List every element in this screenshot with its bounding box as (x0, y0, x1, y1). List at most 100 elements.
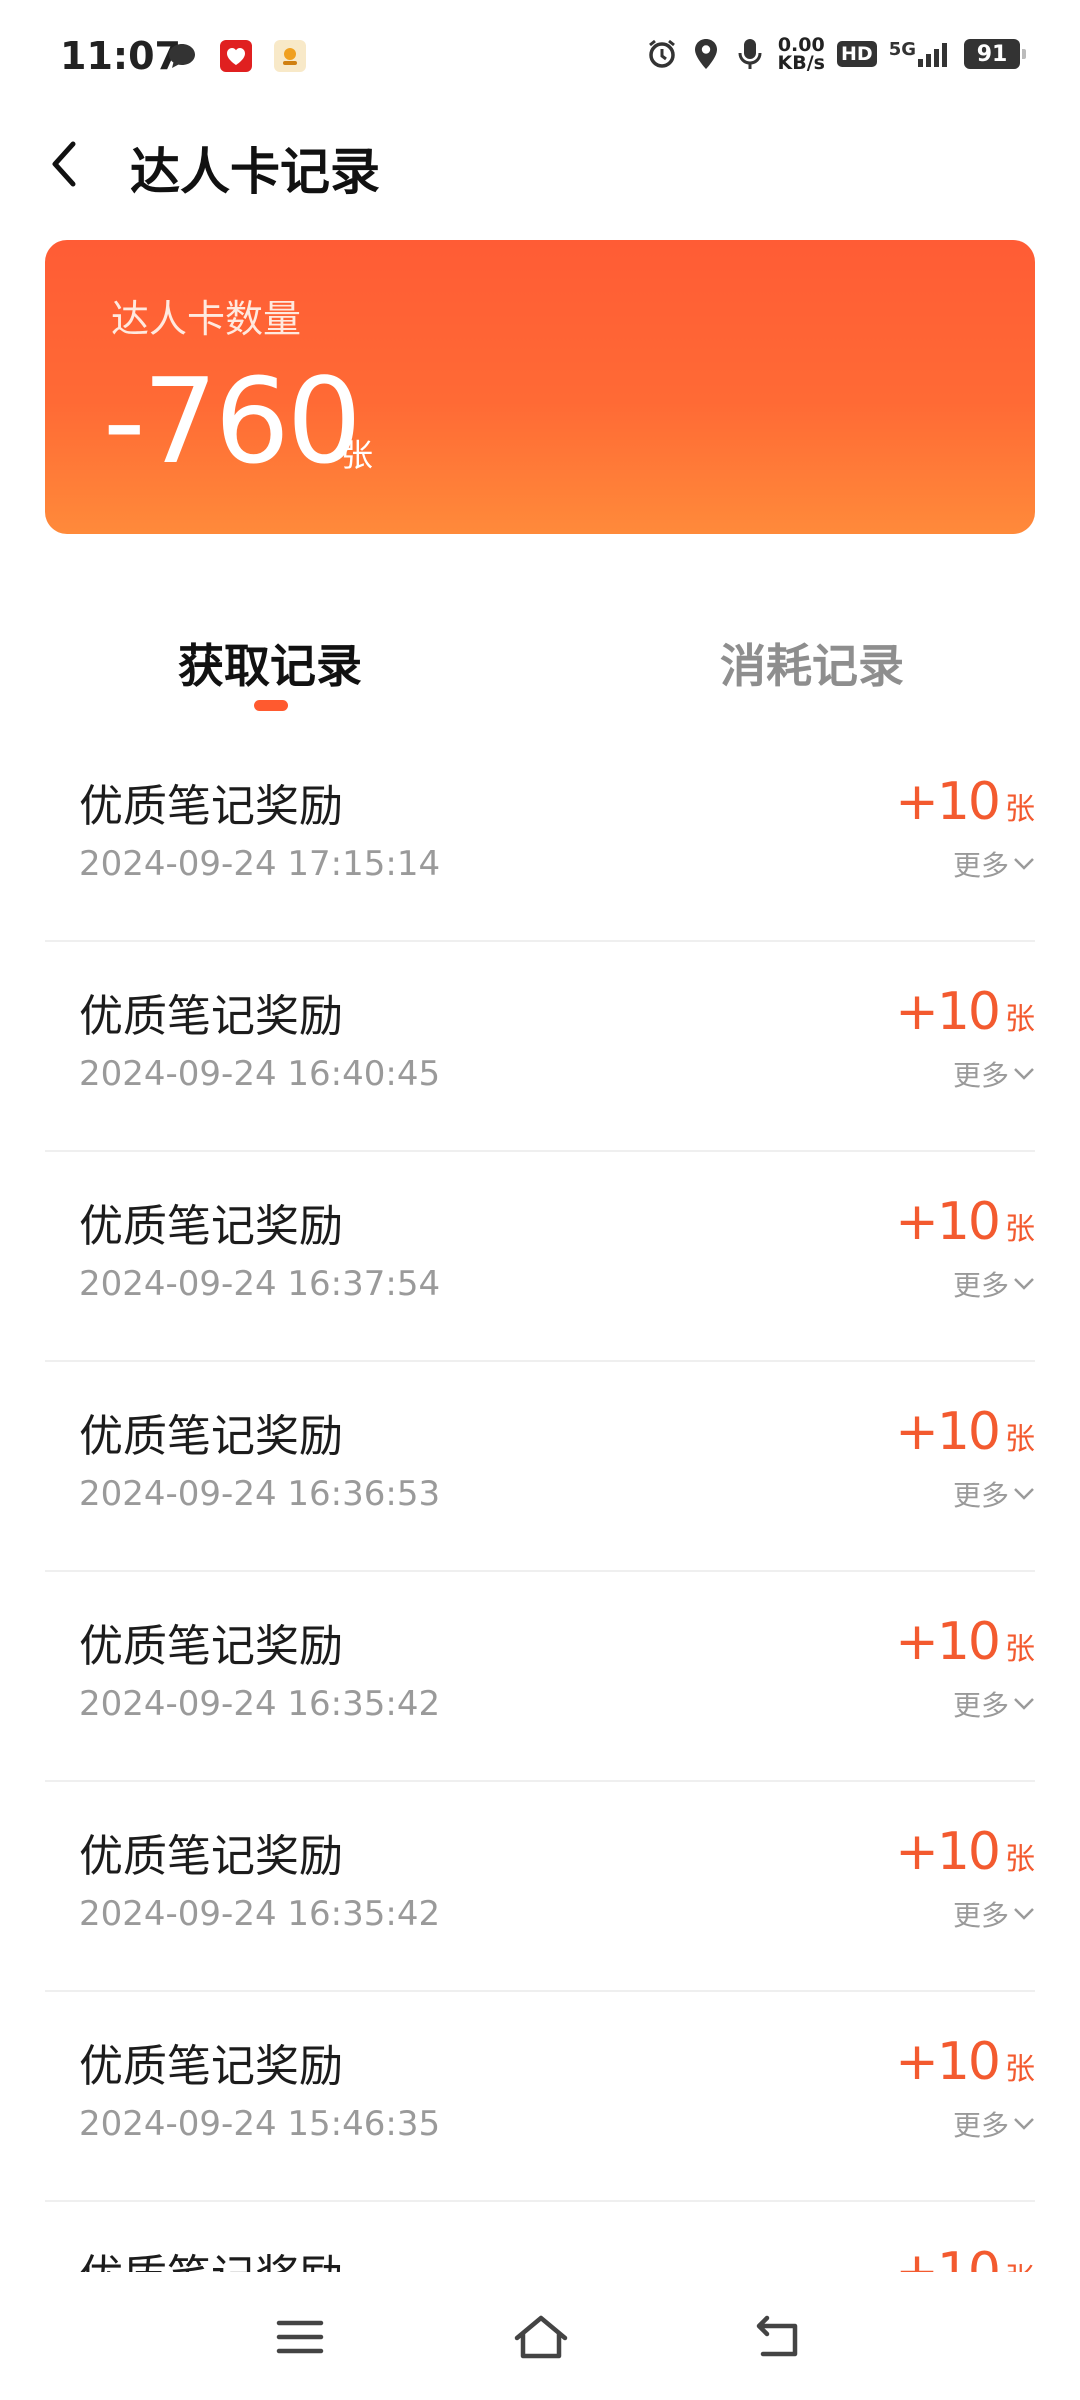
hd-badge: HD (837, 41, 877, 67)
more-label: 更多 (952, 1059, 1009, 1092)
more-button[interactable]: 更多 (953, 844, 1035, 884)
card-count-value: -760 (103, 352, 362, 490)
app-notification-icon (220, 40, 252, 72)
network-speed-unit: KB/s (777, 52, 825, 74)
chevron-down-icon (1014, 1068, 1034, 1080)
notification-icons (166, 40, 306, 72)
record-title: 优质笔记奖励 (79, 2041, 343, 2092)
signal-label: 5G (888, 39, 916, 60)
record-amount-unit: 张 (1005, 2052, 1035, 2087)
list-item[interactable]: 优质笔记奖励 2024-09-24 17:15:14 +10 张 更多 (45, 732, 1035, 942)
system-navigation-bar (0, 2272, 1080, 2400)
battery-icon: 91 (964, 39, 1026, 69)
more-button[interactable]: 更多 (953, 1054, 1035, 1094)
more-button[interactable]: 更多 (953, 2104, 1035, 2144)
record-amount-value: +10 (895, 2242, 1001, 2272)
app-header: 达人卡记录 (0, 120, 1080, 210)
records-list: 优质笔记奖励 2024-09-24 17:15:14 +10 张 更多 优质笔记… (45, 732, 1035, 2272)
chevron-down-icon (1014, 1908, 1034, 1920)
record-amount-unit: 张 (1005, 1632, 1035, 1667)
list-item[interactable]: 优质笔记奖励 2024-09-24 16:36:53 +10 张 更多 (45, 1362, 1035, 1572)
card-count-summary: 达人卡数量 -760 张 (45, 240, 1035, 534)
alarm-icon (646, 38, 678, 70)
home-icon (514, 2315, 568, 2359)
chevron-down-icon (1014, 858, 1034, 870)
list-item[interactable]: 优质笔记奖励 2024-09-24 16:35:42 +10 张 更多 (45, 1572, 1035, 1782)
record-amount-value: +10 (895, 1192, 1001, 1252)
record-amount: +10 张 (895, 982, 1035, 1042)
more-label: 更多 (952, 849, 1009, 882)
back-button[interactable] (34, 134, 94, 194)
more-button[interactable]: 更多 (953, 1684, 1035, 1724)
more-label: 更多 (952, 1269, 1009, 1302)
active-tab-indicator (254, 700, 288, 711)
record-amount-unit: 张 (1005, 2254, 1035, 2272)
record-amount: +10 张 (895, 1822, 1035, 1882)
record-amount-unit: 张 (1005, 1842, 1035, 1877)
record-title: 优质笔记奖励 (79, 781, 343, 832)
status-bar: 11:07 0.00 KB/s HD 5G 91 (0, 0, 1080, 120)
more-label: 更多 (952, 1479, 1009, 1512)
record-amount-unit: 张 (1005, 792, 1035, 827)
record-title: 优质笔记奖励 (79, 1621, 343, 1672)
record-amount: +10 张 (895, 2032, 1035, 2092)
record-time: 2024-09-24 16:37:54 (79, 1264, 441, 1304)
record-time: 2024-09-24 17:15:14 (79, 844, 441, 884)
more-label: 更多 (952, 2109, 1009, 2142)
record-title: 优质笔记奖励 (79, 1831, 343, 1882)
chevron-left-icon (52, 141, 76, 187)
record-amount-value: +10 (895, 772, 1001, 832)
tab-consume-records[interactable]: 消耗记录 (720, 630, 904, 696)
system-status-icons: 0.00 KB/s HD 5G 91 (646, 36, 1026, 74)
list-item[interactable]: 优质笔记奖励 2024-09-24 15:46:35 +10 张 更多 (45, 1992, 1035, 2202)
record-time: 2024-09-24 16:40:45 (79, 1054, 441, 1094)
app-notification-icon (274, 40, 306, 72)
more-label: 更多 (952, 1689, 1009, 1722)
card-count-label: 达人卡数量 (111, 297, 302, 341)
record-time: 2024-09-24 16:36:53 (79, 1474, 441, 1514)
record-amount: +10 张 (895, 1192, 1035, 1252)
record-amount-unit: 张 (1005, 1002, 1035, 1037)
signal-icon: 5G (889, 41, 952, 67)
nav-home-button[interactable] (506, 2302, 576, 2372)
page-title: 达人卡记录 (130, 143, 380, 201)
record-title: 优质笔记奖励 (79, 1201, 343, 1252)
record-time: 2024-09-24 15:46:35 (79, 2104, 441, 2144)
record-time: 2024-09-24 16:35:42 (79, 1894, 441, 1934)
record-amount-value: +10 (895, 982, 1001, 1042)
record-title: 优质笔记奖励 (79, 991, 343, 1042)
more-button[interactable]: 更多 (953, 1894, 1035, 1934)
more-button[interactable]: 更多 (953, 1264, 1035, 1304)
tab-earn-records[interactable]: 获取记录 (178, 630, 362, 696)
menu-icon (276, 2320, 324, 2354)
chevron-down-icon (1014, 1488, 1034, 1500)
record-amount-unit: 张 (1005, 1422, 1035, 1457)
record-amount: +10 张 (895, 1612, 1035, 1672)
record-amount-value: +10 (895, 1402, 1001, 1462)
message-icon (166, 40, 198, 72)
battery-level: 91 (976, 41, 1008, 67)
list-item[interactable]: 优质笔记奖励 2024-09-24 16:37:54 +10 张 更多 (45, 1152, 1035, 1362)
record-amount: +10 张 (895, 772, 1035, 832)
record-amount-value: +10 (895, 1822, 1001, 1882)
record-amount: +10 张 (895, 1402, 1035, 1462)
record-amount-unit: 张 (1005, 1212, 1035, 1247)
record-tabs: 获取记录 消耗记录 (0, 600, 1080, 720)
network-speed: 0.00 KB/s (777, 36, 825, 74)
more-button[interactable]: 更多 (953, 1474, 1035, 1514)
list-item[interactable]: 优质笔记奖励 2024-09-24 16:40:45 +10 张 更多 (45, 942, 1035, 1152)
card-count-unit: 张 (341, 436, 374, 474)
chevron-down-icon (1014, 1278, 1034, 1290)
microphone-icon (734, 38, 766, 70)
list-item[interactable]: 优质笔记奖励 2024-09-24 16:35:42 +10 张 更多 (45, 1782, 1035, 1992)
record-amount-value: +10 (895, 2032, 1001, 2092)
list-item[interactable]: 优质笔记奖励 +10 张 (45, 2202, 1035, 2272)
nav-menu-button[interactable] (265, 2302, 335, 2372)
chevron-down-icon (1014, 2118, 1034, 2130)
record-title: 优质笔记奖励 (79, 2240, 343, 2272)
chevron-down-icon (1014, 1698, 1034, 1710)
status-time: 11:07 (60, 34, 181, 78)
location-icon (690, 38, 722, 70)
nav-back-button[interactable] (745, 2302, 815, 2372)
record-amount-value: +10 (895, 1612, 1001, 1672)
